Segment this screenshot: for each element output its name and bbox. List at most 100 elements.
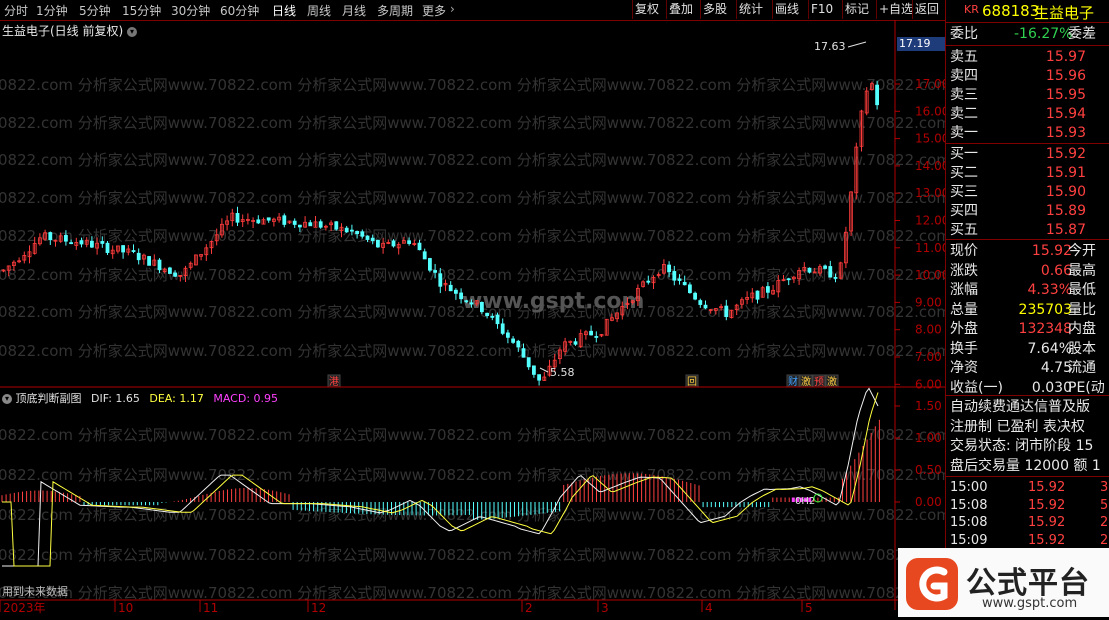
ask-row-value: 15.93 bbox=[1045, 125, 1086, 141]
period-tab-30min[interactable]: 30分钟 bbox=[171, 2, 210, 19]
period-tab-monthly[interactable]: 月线 bbox=[342, 2, 366, 19]
notice-line: 交易状态: 闭市阶段 15 bbox=[950, 438, 1094, 454]
f10-button[interactable]: F10 bbox=[808, 0, 835, 19]
candle-body bbox=[433, 270, 438, 273]
indicator-menu-icon[interactable]: ▾ bbox=[2, 394, 12, 404]
stats-button[interactable]: 统计 bbox=[736, 0, 765, 19]
tick-time: 15:08 bbox=[950, 497, 988, 513]
period-tab-60min[interactable]: 60分钟 bbox=[220, 2, 259, 19]
tick-row: 15:08 15.92 5 bbox=[950, 497, 1109, 515]
candle-body bbox=[594, 336, 599, 338]
y-tick-label: 17.00 bbox=[915, 77, 945, 91]
candle-body bbox=[349, 229, 354, 232]
bid-row-value: 15.92 bbox=[1045, 146, 1086, 162]
x-tick-label: 11 bbox=[203, 601, 218, 615]
stat-row-label: 收益(一) bbox=[950, 379, 1003, 396]
candle-body bbox=[875, 84, 879, 106]
stat-row-label: 净资 bbox=[950, 360, 978, 376]
candle-body bbox=[173, 272, 178, 277]
candle-body bbox=[521, 348, 526, 358]
indicator-name: 顶底判断副图 bbox=[15, 392, 82, 405]
stat-row: 净资 4.75 流通 bbox=[950, 359, 1106, 377]
quote-panel: KR 688183 生益电子 委比 -16.27% 委差 卖五 15.97 卖四 15… bbox=[945, 0, 1109, 617]
stat-row-value: 235703 bbox=[1018, 301, 1072, 318]
candle-body bbox=[464, 300, 469, 303]
tick-time: 15:09 bbox=[950, 532, 988, 548]
stat-row-right-label: 流通 bbox=[1068, 360, 1096, 376]
candle-body bbox=[297, 224, 302, 228]
tick-price: 15.92 bbox=[1028, 480, 1066, 495]
stat-row-value: 15.92 bbox=[1031, 243, 1072, 259]
watermark-text: 0822.com 分析家公式网www.70822.com 分析家公式网www.7… bbox=[0, 227, 945, 245]
ask-row-value: 15.96 bbox=[1045, 68, 1086, 84]
tick-price: 15.92 bbox=[1028, 532, 1066, 548]
stat-row: 总量 235703 量比 bbox=[950, 301, 1106, 319]
ask-row: 卖五 15.97 bbox=[950, 48, 1106, 66]
event-marker-text: 激 bbox=[801, 375, 811, 388]
ask-row-value: 15.94 bbox=[1045, 106, 1086, 122]
fuquan-button[interactable]: 复权 bbox=[632, 0, 661, 19]
candle-body bbox=[672, 271, 677, 281]
stat-row-value: 0.030 bbox=[1031, 379, 1072, 396]
notice-line: 盘后交易量 12000 额 1 bbox=[950, 457, 1101, 474]
period-tab-more[interactable]: 更多 bbox=[422, 2, 446, 19]
candle-body bbox=[167, 267, 172, 274]
stat-row: 现价 15.92 今开 bbox=[950, 242, 1106, 260]
stat-row-label: 现价 bbox=[950, 243, 978, 259]
stat-row-right-label: PE(动 bbox=[1068, 379, 1105, 396]
overlay-button[interactable]: 叠加 bbox=[666, 0, 695, 19]
stat-row-label: 总量 bbox=[950, 301, 978, 318]
kline-chart[interactable]: 0822.com 分析家公式网www.70822.com 分析家公式网www.7… bbox=[0, 20, 945, 617]
candle-body bbox=[724, 305, 729, 318]
candle-body bbox=[256, 219, 261, 224]
candle-body bbox=[469, 302, 474, 305]
low-price-label: 5.58 bbox=[550, 366, 575, 379]
period-tab-fenshi[interactable]: 分时 bbox=[4, 2, 28, 19]
bid-row-label: 买一 bbox=[950, 146, 978, 162]
weibi-value: -16.27% bbox=[1014, 26, 1073, 42]
period-tab-multi[interactable]: 多周期 bbox=[377, 2, 413, 19]
period-tab-weekly[interactable]: 周线 bbox=[307, 2, 331, 19]
period-tab-15min[interactable]: 15分钟 bbox=[122, 2, 161, 19]
candle-body bbox=[157, 259, 162, 271]
tick-price: 15.92 bbox=[1028, 515, 1066, 530]
add-watchlist-button[interactable]: +自选 bbox=[876, 0, 915, 19]
candle-body bbox=[453, 289, 458, 294]
ask-row: 卖二 15.94 bbox=[950, 105, 1106, 123]
bid-row-label: 买二 bbox=[950, 165, 978, 181]
candle-body bbox=[292, 220, 297, 225]
candle-body bbox=[427, 258, 432, 271]
bid-row-value: 15.87 bbox=[1045, 222, 1086, 238]
candle-body bbox=[448, 284, 453, 292]
stat-row-right-label: 最低 bbox=[1068, 282, 1096, 298]
stock-code: 688183 bbox=[982, 2, 1040, 20]
candle-body bbox=[131, 250, 136, 252]
period-tab-5min[interactable]: 5分钟 bbox=[79, 2, 111, 19]
draw-line-button[interactable]: 画线 bbox=[772, 0, 801, 19]
candle-body bbox=[703, 304, 708, 309]
back-button[interactable]: 返回 bbox=[912, 0, 941, 19]
indicator-title: ▾ 顶底判断副图 DIF: 1.65 DEA: 1.17 MACD: 0.95 bbox=[2, 390, 278, 406]
stat-row-right-label: 股本 bbox=[1068, 340, 1096, 357]
dea-label: DEA: 1.17 bbox=[149, 392, 204, 405]
candle-body bbox=[537, 374, 541, 381]
stat-row-right-label: 今开 bbox=[1068, 243, 1096, 259]
watermark-text: 0822.com 分析家公式网www.70822.com 分析家公式网www.7… bbox=[0, 466, 945, 484]
candle-body bbox=[667, 264, 671, 273]
ask-row-label: 卖四 bbox=[950, 68, 978, 84]
event-marker-text: 港 bbox=[329, 376, 339, 388]
tick-volume: 2 bbox=[1100, 532, 1109, 548]
multi-stock-button[interactable]: 多股 bbox=[700, 0, 729, 19]
period-tab-daily[interactable]: 日线 bbox=[272, 2, 296, 19]
candle-body bbox=[646, 280, 651, 283]
kr-badge: KR bbox=[964, 3, 979, 16]
watermark-text: 0822.com 分析家公式网www.70822.com 分析家公式网www.7… bbox=[0, 342, 945, 360]
candle-body bbox=[90, 240, 94, 248]
chevron-right-icon[interactable]: › bbox=[450, 2, 455, 16]
mark-button[interactable]: 标记 bbox=[842, 0, 871, 19]
stock-name: 生益电子 bbox=[1034, 4, 1095, 22]
y-tick-label: 10.00 bbox=[915, 268, 945, 282]
period-tab-1min[interactable]: 1分钟 bbox=[36, 2, 68, 19]
ask-row: 卖一 15.93 bbox=[950, 124, 1106, 142]
candle-body bbox=[755, 290, 760, 300]
